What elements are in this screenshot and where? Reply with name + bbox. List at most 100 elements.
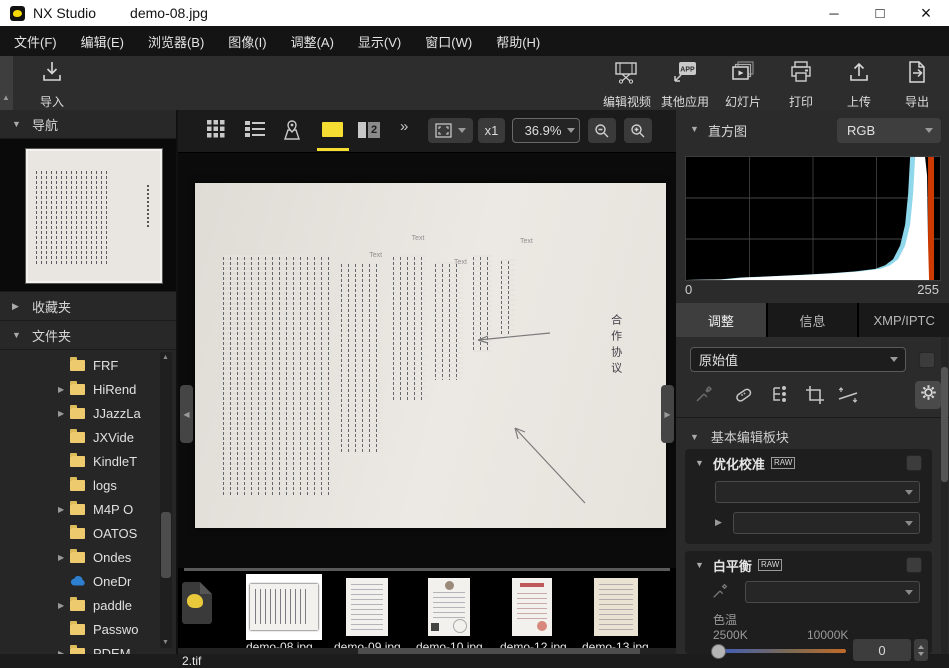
zoom-in-button[interactable] — [624, 118, 652, 143]
retouch-brush-icon[interactable] — [732, 384, 754, 406]
scrollbar-thumb[interactable] — [358, 648, 640, 654]
navigation-section-header[interactable]: ▼ 导航 — [0, 110, 176, 139]
upload-button[interactable]: 上传 — [833, 60, 885, 108]
menu-browser[interactable]: 浏览器(B) — [148, 32, 204, 51]
collapse-right-panel-handle[interactable]: ▶ — [661, 385, 674, 443]
folder-item[interactable]: ▶HiRend — [0, 377, 160, 401]
compare-view-icon[interactable]: 2 — [358, 122, 380, 138]
preset-checkbox[interactable] — [919, 352, 935, 368]
expand-icon[interactable]: ▶ — [58, 385, 70, 394]
wb-eyedropper-icon[interactable] — [711, 582, 729, 600]
folder-item[interactable]: logs — [0, 473, 160, 497]
map-view-icon[interactable] — [280, 119, 304, 141]
menu-image[interactable]: 图像(I) — [228, 32, 266, 51]
filmstrip-item[interactable]: demo-13.jpg — [590, 578, 638, 636]
picture-control-checkbox[interactable] — [906, 455, 922, 471]
menu-adjust[interactable]: 调整(A) — [291, 32, 334, 51]
histogram-header[interactable]: ▼ 直方图 RGB — [676, 110, 949, 150]
zoom-level-select[interactable]: 36.9% — [512, 118, 580, 143]
preset-select[interactable]: 原始值 — [690, 347, 906, 372]
scroll-up-icon[interactable]: ▲ — [162, 354, 169, 361]
import-button[interactable]: 导入 — [26, 60, 78, 108]
folder-item[interactable]: JXVide — [0, 425, 160, 449]
folder-item[interactable]: KindleT — [0, 449, 160, 473]
eyedropper-icon[interactable] — [694, 384, 714, 404]
folder-item[interactable]: Passwo — [0, 617, 160, 641]
white-balance-header[interactable]: ▼ 白平衡 RAW — [685, 551, 932, 579]
filmstrip-item[interactable]: demo-12.jpg — [508, 578, 552, 636]
tab-info[interactable]: 信息 — [768, 303, 858, 337]
temperature-slider[interactable] — [716, 649, 846, 653]
tab-xmp-iptc[interactable]: XMP/IPTC — [859, 303, 949, 337]
folder-item[interactable]: ▶Ondes — [0, 545, 160, 569]
folders-section-header[interactable]: ▼ 文件夹 — [0, 321, 176, 350]
folder-item[interactable]: ▶M4P O — [0, 497, 160, 521]
menu-file[interactable]: 文件(F) — [14, 32, 57, 51]
zoom-out-button[interactable] — [588, 118, 616, 143]
folder-item[interactable]: OATOS — [0, 521, 160, 545]
raw-badge: RAW — [771, 457, 795, 469]
filmstrip-item[interactable]: demo-09.jpg — [342, 578, 388, 636]
temperature-value-input[interactable]: 0 — [853, 639, 911, 661]
histogram-channel-select[interactable]: RGB — [837, 118, 941, 143]
minimize-button[interactable]: ─ — [811, 0, 857, 26]
zoom-1x-button[interactable]: x1 — [478, 118, 505, 143]
other-apps-button[interactable]: APP 其他应用 — [659, 60, 711, 108]
menu-view[interactable]: 显示(V) — [358, 32, 401, 51]
list-view-icon[interactable] — [244, 119, 266, 139]
menu-edit[interactable]: 编辑(E) — [81, 32, 124, 51]
slideshow-button[interactable]: 幻灯片 — [717, 60, 769, 108]
picture-control-sub-select[interactable] — [733, 512, 920, 534]
expand-icon[interactable]: ▶ — [58, 505, 70, 514]
straighten-icon[interactable] — [836, 384, 860, 406]
image-canvas[interactable]: 合作协议 Text Text Text Text ◀ ▶ — [178, 153, 676, 568]
toolbar-collapse-strip[interactable]: ▲ — [0, 56, 13, 110]
expand-icon[interactable]: ▶ — [58, 601, 70, 610]
maximize-button[interactable]: □ — [857, 0, 903, 26]
settings-button[interactable] — [915, 381, 941, 409]
folder-item[interactable]: ▶paddle — [0, 593, 160, 617]
filmstrip-item-selected[interactable]: demo-08.jpg — [246, 574, 322, 640]
edit-video-button[interactable]: 编辑视频 — [601, 60, 653, 108]
close-button[interactable]: × — [903, 0, 949, 26]
right-panel: ▼ 直方图 RGB 0 255 调整 信息 XMP/IPTC 原始值 — [676, 110, 949, 654]
folder-item[interactable]: ▶PDEM — [0, 641, 160, 654]
scrollbar-thumb[interactable] — [941, 367, 948, 482]
expand-icon[interactable]: ▶ — [58, 649, 70, 655]
picture-control-select[interactable] — [715, 481, 920, 503]
folder-item-onedrive[interactable]: OneDr — [0, 569, 160, 593]
filmstrip-divider[interactable] — [184, 568, 670, 571]
menu-window[interactable]: 窗口(W) — [425, 32, 472, 51]
image-view-icon-active[interactable] — [322, 122, 343, 137]
more-tools-icon[interactable]: » — [400, 118, 408, 135]
crop-icon[interactable] — [804, 384, 826, 406]
scroll-down-icon[interactable]: ▼ — [162, 639, 169, 646]
temperature-spinner[interactable] — [914, 639, 928, 661]
white-balance-checkbox[interactable] — [906, 557, 922, 573]
menu-help[interactable]: 帮助(H) — [496, 32, 540, 51]
filmstrip-item[interactable]: demo-10.jpg — [424, 578, 470, 636]
favorites-section-header[interactable]: ▶ 收藏夹 — [0, 292, 176, 321]
fit-screen-button[interactable] — [428, 118, 473, 143]
expand-icon[interactable]: ▶ — [58, 409, 70, 418]
filmstrip-scrollbar[interactable] — [178, 648, 676, 654]
folder-item[interactable]: ▶JJazzLa — [0, 401, 160, 425]
panel-scrollbar[interactable] — [941, 337, 948, 654]
grid-view-icon[interactable] — [206, 119, 226, 139]
versions-icon[interactable] — [770, 384, 792, 406]
folder-tree-scrollbar[interactable]: ▲ ▼ — [160, 352, 172, 648]
expand-icon[interactable]: ▶ — [715, 517, 722, 528]
temperature-label: 色温 — [713, 611, 737, 628]
white-balance-select[interactable] — [745, 581, 920, 603]
scrollbar-thumb[interactable] — [161, 512, 171, 578]
temperature-slider-handle[interactable] — [711, 644, 726, 659]
folder-item[interactable]: FRF — [0, 353, 160, 377]
expand-icon[interactable]: ▶ — [58, 553, 70, 562]
navigation-preview[interactable] — [0, 139, 176, 292]
collapse-left-panel-handle[interactable]: ◀ — [180, 385, 193, 443]
export-button[interactable]: 导出 — [891, 60, 943, 108]
tab-adjustments[interactable]: 调整 — [676, 303, 766, 337]
basic-edit-section-header[interactable]: ▼ 基本编辑板块 — [690, 427, 789, 446]
print-button[interactable]: 打印 — [775, 60, 827, 108]
picture-control-header[interactable]: ▼ 优化校准 RAW — [685, 449, 932, 477]
